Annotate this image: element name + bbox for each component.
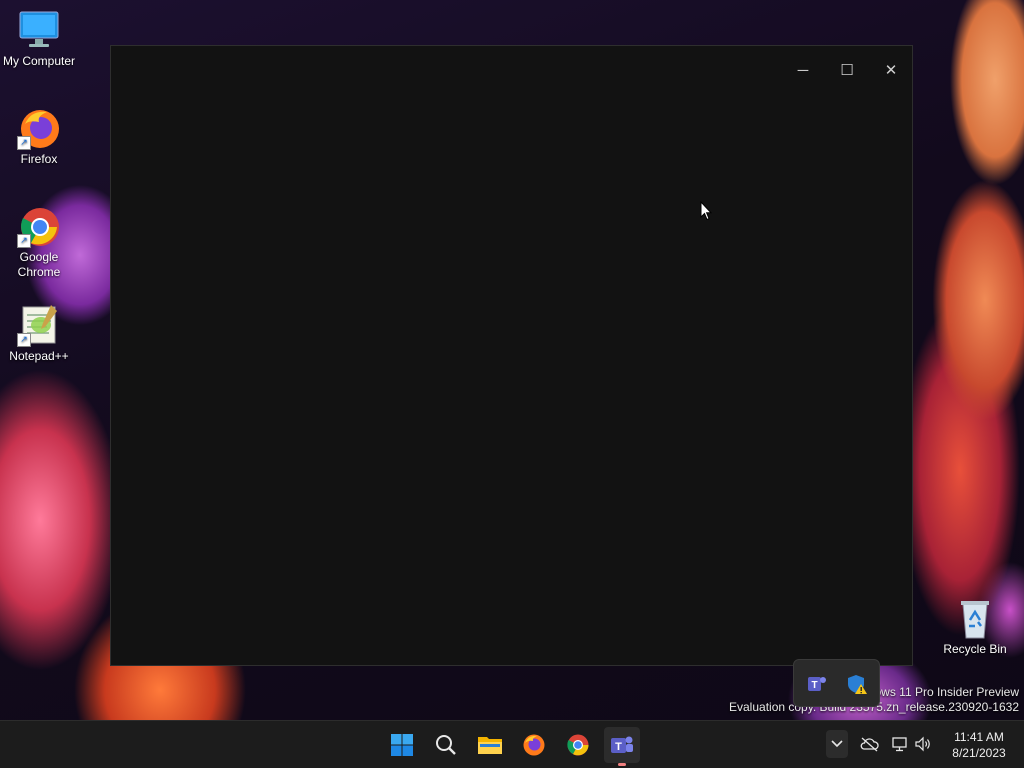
chevron-down-icon <box>831 740 843 748</box>
taskbar-clock[interactable]: 11:41 AM 8/21/2023 <box>940 729 1018 761</box>
network-tray-button[interactable] <box>889 733 911 755</box>
clock-date: 8/21/2023 <box>952 746 1006 760</box>
volume-icon <box>915 736 930 752</box>
desktop-icon-label: Google Chrome <box>17 250 61 279</box>
file-explorer-button[interactable] <box>472 727 508 763</box>
notepadpp-icon: ↗ <box>17 303 61 347</box>
mouse-cursor-icon <box>700 200 713 226</box>
show-hidden-icons-button[interactable] <box>826 730 848 758</box>
desktop-icon-label: Notepad++ <box>9 349 69 363</box>
shortcut-arrow-icon: ↗ <box>17 136 31 150</box>
security-warning-tray-icon[interactable] <box>846 673 868 695</box>
minimize-button[interactable]: ─ <box>781 56 825 84</box>
file-explorer-icon <box>478 737 502 754</box>
svg-text:T: T <box>615 741 622 753</box>
chrome-taskbar-button[interactable] <box>560 727 596 763</box>
firefox-taskbar-button[interactable] <box>516 727 552 763</box>
close-icon: ✕ <box>884 62 898 79</box>
start-icon <box>391 734 413 756</box>
minimize-icon: ─ <box>797 61 809 79</box>
teams-tray-icon[interactable]: T <box>806 673 828 695</box>
maximize-button[interactable]: ☐ <box>825 56 869 84</box>
firefox-icon <box>523 734 545 756</box>
desktop-icon-firefox[interactable]: ↗ Firefox <box>0 106 78 167</box>
onedrive-offline-tray-button[interactable] <box>858 733 880 755</box>
cloud-offline-icon <box>860 737 879 752</box>
shortcut-arrow-icon: ↗ <box>17 234 31 248</box>
start-button[interactable] <box>384 727 420 763</box>
teams-taskbar-button[interactable]: T <box>604 727 640 766</box>
desktop-icon-label: Firefox <box>20 152 58 166</box>
running-indicator <box>618 763 626 766</box>
svg-text:T: T <box>811 680 817 691</box>
desktop-icon-my-computer[interactable]: My Computer <box>0 8 78 69</box>
network-icon <box>892 737 907 752</box>
desktop-icon-label: Recycle Bin <box>943 642 1007 656</box>
desktop-icon-label: My Computer <box>2 54 76 68</box>
monitor-icon <box>17 8 61 52</box>
app-window[interactable]: ─ ☐ ✕ <box>110 45 913 666</box>
close-button[interactable]: ✕ <box>869 56 913 84</box>
clock-time: 11:41 AM <box>954 730 1004 744</box>
desktop-icon-recycle-bin[interactable]: Recycle Bin <box>936 596 1014 657</box>
desktop-icon-notepadpp[interactable]: ↗ Notepad++ <box>0 303 78 364</box>
taskbar: T 11:41 AM 8/21/2023 <box>0 720 1024 768</box>
chrome-icon: ↗ <box>17 204 61 248</box>
teams-icon: T <box>611 736 633 753</box>
maximize-icon: ☐ <box>840 62 854 79</box>
search-button[interactable] <box>428 727 464 763</box>
tray-overflow-popup: T <box>793 659 880 707</box>
chrome-icon <box>567 734 589 756</box>
firefox-icon: ↗ <box>17 106 61 150</box>
shortcut-arrow-icon: ↗ <box>17 333 31 347</box>
volume-tray-button[interactable] <box>912 733 934 755</box>
desktop-icon-google-chrome[interactable]: ↗ Google Chrome <box>0 204 78 280</box>
recycle-bin-icon <box>953 596 997 640</box>
search-icon <box>436 735 456 755</box>
